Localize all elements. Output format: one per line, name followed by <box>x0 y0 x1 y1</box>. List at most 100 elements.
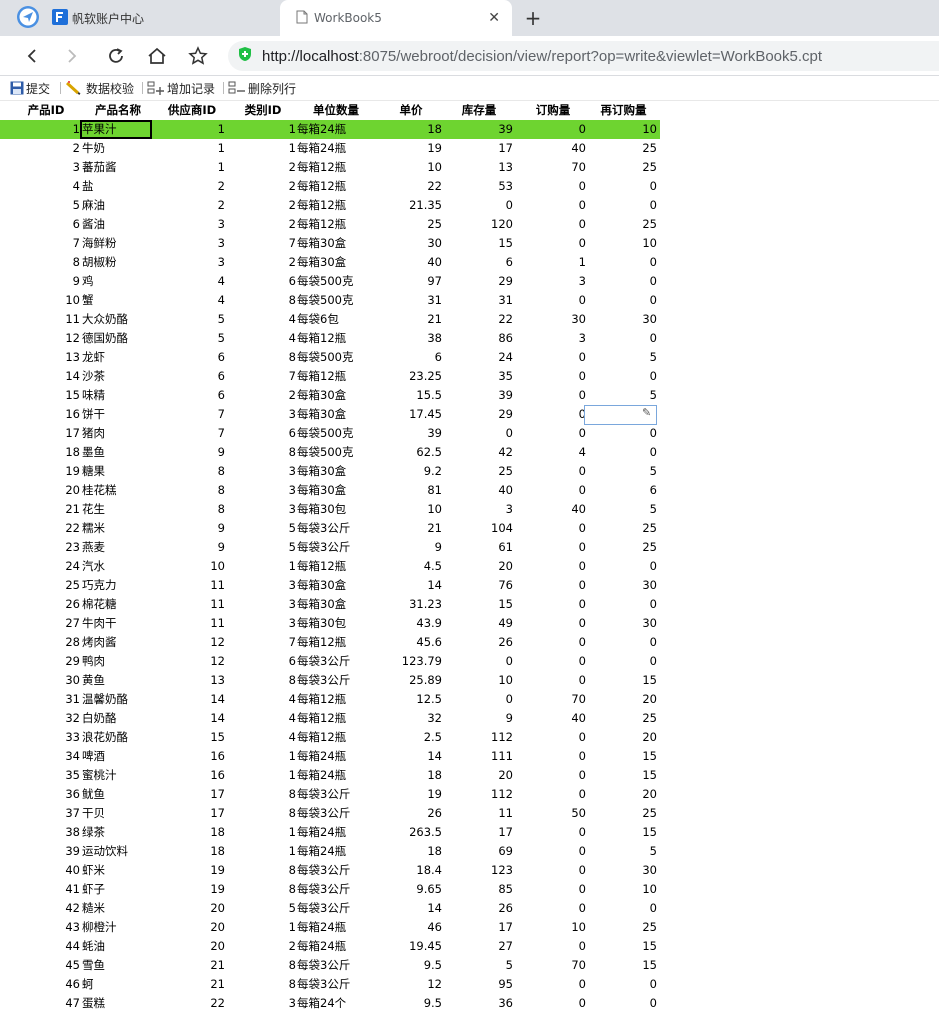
cell-supplier-id[interactable]: 8 <box>160 500 225 519</box>
submit-button[interactable]: 提交 <box>10 79 50 97</box>
cell-product-id[interactable]: 35 <box>0 766 80 785</box>
cell-stock[interactable]: 40 <box>445 481 513 500</box>
cell-category-id[interactable]: 8 <box>250 804 296 823</box>
cell-product-id[interactable]: 17 <box>0 424 80 443</box>
cell-product-name[interactable]: 猪肉 <box>82 424 158 443</box>
cell-stock[interactable]: 29 <box>445 272 513 291</box>
cell-supplier-id[interactable]: 19 <box>160 861 225 880</box>
cell-category-id[interactable]: 8 <box>250 348 296 367</box>
cell-reorder-qty[interactable]: 15 <box>590 823 657 842</box>
cell-supplier-id[interactable]: 9 <box>160 538 225 557</box>
table-row[interactable]: 12 德国奶酪 5 4 每箱12瓶 38 86 3 0 <box>0 329 660 348</box>
table-row[interactable]: 18 墨鱼 9 8 每袋500克 62.5 42 4 0 <box>0 443 660 462</box>
cell-order-qty[interactable]: 0 <box>520 766 586 785</box>
cell-product-id[interactable]: 15 <box>0 386 80 405</box>
cell-reorder-qty[interactable]: 5 <box>590 462 657 481</box>
table-row[interactable]: 2 牛奶 1 1 每箱24瓶 19 17 40 25 <box>0 139 660 158</box>
cell-unit-quantity[interactable]: 每箱12瓶 <box>297 709 377 728</box>
cell-reorder-qty[interactable]: 15 <box>590 747 657 766</box>
bookmark-star-icon[interactable] <box>184 42 212 70</box>
cell-unit-quantity[interactable]: 每箱30盒 <box>297 576 377 595</box>
cell-stock[interactable]: 17 <box>445 823 513 842</box>
cell-reorder-qty[interactable]: 25 <box>590 709 657 728</box>
cell-product-id[interactable]: 40 <box>0 861 80 880</box>
cell-reorder-qty[interactable]: 0 <box>590 652 657 671</box>
cell-order-qty[interactable]: 1 <box>520 253 586 272</box>
cell-category-id[interactable]: 8 <box>250 785 296 804</box>
cell-order-qty[interactable]: 0 <box>520 975 586 994</box>
table-row[interactable]: 34 啤酒 16 1 每箱24瓶 14 111 0 15 <box>0 747 660 766</box>
cell-unit-quantity[interactable]: 每袋3公斤 <box>297 956 377 975</box>
cell-product-name[interactable]: 汽水 <box>82 557 158 576</box>
cell-supplier-id[interactable]: 22 <box>160 994 225 1013</box>
cell-product-id[interactable]: 25 <box>0 576 80 595</box>
cell-product-name[interactable]: 糖果 <box>82 462 158 481</box>
cell-product-id[interactable]: 1 <box>0 120 80 139</box>
cell-supplier-id[interactable]: 7 <box>160 405 225 424</box>
cell-unit-quantity[interactable]: 每箱12瓶 <box>297 690 377 709</box>
cell-stock[interactable]: 85 <box>445 880 513 899</box>
cell-unit-quantity[interactable]: 每箱24瓶 <box>297 842 377 861</box>
cell-reorder-qty[interactable]: 0 <box>590 595 657 614</box>
cell-product-name[interactable]: 白奶酪 <box>82 709 158 728</box>
cell-unit-price[interactable]: 19 <box>380 139 442 158</box>
cell-stock[interactable]: 11 <box>445 804 513 823</box>
cell-stock[interactable]: 123 <box>445 861 513 880</box>
cell-category-id[interactable]: 3 <box>250 500 296 519</box>
cell-order-qty[interactable]: 0 <box>520 652 586 671</box>
cell-unit-price[interactable]: 25 <box>380 215 442 234</box>
cell-unit-price[interactable]: 15.5 <box>380 386 442 405</box>
cell-supplier-id[interactable]: 16 <box>160 766 225 785</box>
table-row[interactable]: 36 鱿鱼 17 8 每袋3公斤 19 112 0 20 <box>0 785 660 804</box>
cell-category-id[interactable]: 3 <box>250 614 296 633</box>
cell-category-id[interactable]: 8 <box>250 880 296 899</box>
table-row[interactable]: 24 汽水 10 1 每箱12瓶 4.5 20 0 0 <box>0 557 660 576</box>
cell-supplier-id[interactable]: 6 <box>160 367 225 386</box>
cell-stock[interactable]: 53 <box>445 177 513 196</box>
cell-reorder-qty[interactable]: 5 <box>590 348 657 367</box>
cell-order-qty[interactable]: 70 <box>520 956 586 975</box>
cell-reorder-qty[interactable]: 0 <box>590 291 657 310</box>
cell-product-name[interactable]: 酱油 <box>82 215 158 234</box>
table-row[interactable]: 25 巧克力 11 3 每箱30盒 14 76 0 30 <box>0 576 660 595</box>
cell-stock[interactable]: 86 <box>445 329 513 348</box>
cell-reorder-qty[interactable]: 0 <box>590 367 657 386</box>
cell-unit-price[interactable]: 62.5 <box>380 443 442 462</box>
table-row[interactable]: 27 牛肉干 11 3 每箱30包 43.9 49 0 30 <box>0 614 660 633</box>
cell-product-id[interactable]: 30 <box>0 671 80 690</box>
cell-unit-price[interactable]: 21.35 <box>380 196 442 215</box>
table-row[interactable]: 15 味精 6 2 每箱30盒 15.5 39 0 5 <box>0 386 660 405</box>
cell-product-name[interactable]: 桂花糕 <box>82 481 158 500</box>
cell-stock[interactable]: 20 <box>445 766 513 785</box>
cell-unit-price[interactable]: 31.23 <box>380 595 442 614</box>
cell-product-name[interactable]: 浪花奶酪 <box>82 728 158 747</box>
cell-product-id[interactable]: 6 <box>0 215 80 234</box>
cell-unit-quantity[interactable]: 每袋500克 <box>297 348 377 367</box>
cell-category-id[interactable]: 3 <box>250 576 296 595</box>
cell-reorder-qty[interactable]: 15 <box>590 937 657 956</box>
cell-reorder-qty[interactable]: 0 <box>590 272 657 291</box>
cell-category-id[interactable]: 2 <box>250 158 296 177</box>
new-tab-plus-icon[interactable]: + <box>522 6 544 30</box>
cell-category-id[interactable]: 1 <box>250 747 296 766</box>
cell-category-id[interactable]: 6 <box>250 424 296 443</box>
cell-unit-quantity[interactable]: 每袋3公斤 <box>297 785 377 804</box>
cell-unit-price[interactable]: 18 <box>380 766 442 785</box>
cell-unit-price[interactable]: 38 <box>380 329 442 348</box>
cell-category-id[interactable]: 1 <box>250 766 296 785</box>
cell-category-id[interactable]: 1 <box>250 918 296 937</box>
cell-product-name[interactable]: 虾子 <box>82 880 158 899</box>
cell-stock[interactable]: 24 <box>445 348 513 367</box>
cell-product-id[interactable]: 29 <box>0 652 80 671</box>
cell-product-name[interactable]: 饼干 <box>82 405 158 424</box>
cell-unit-price[interactable]: 39 <box>380 424 442 443</box>
cell-category-id[interactable]: 3 <box>250 405 296 424</box>
cell-product-name[interactable]: 牛奶 <box>82 139 158 158</box>
cell-order-qty[interactable]: 0 <box>520 576 586 595</box>
cell-category-id[interactable]: 8 <box>250 861 296 880</box>
cell-unit-quantity[interactable]: 每箱30盒 <box>297 462 377 481</box>
table-row[interactable]: 9 鸡 4 6 每袋500克 97 29 3 0 <box>0 272 660 291</box>
cell-supplier-id[interactable]: 20 <box>160 899 225 918</box>
cell-product-id[interactable]: 12 <box>0 329 80 348</box>
cell-product-id[interactable]: 38 <box>0 823 80 842</box>
